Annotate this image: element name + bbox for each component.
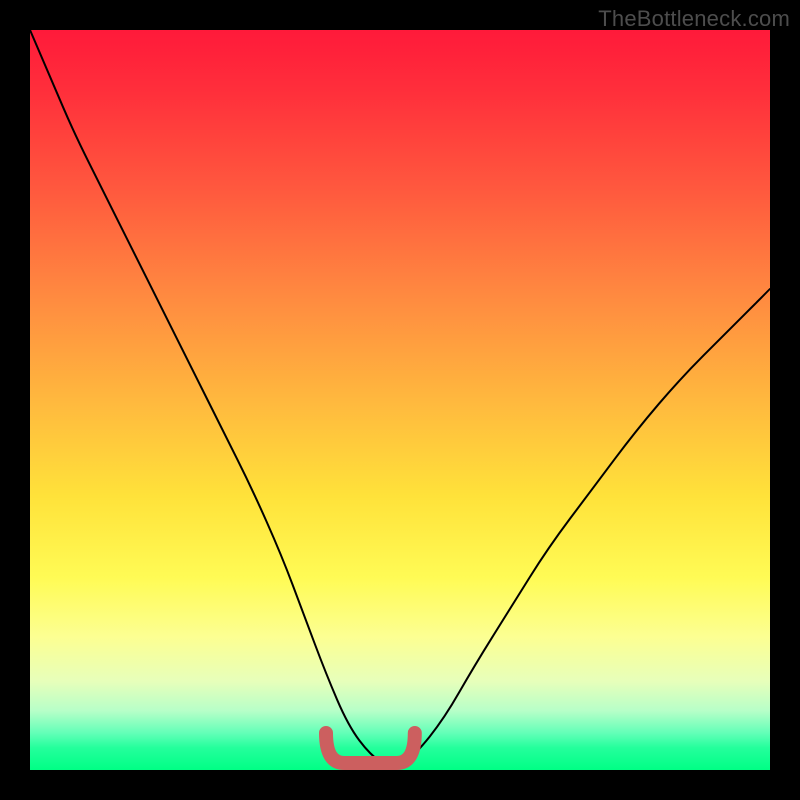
bottleneck-curve-path — [30, 30, 770, 766]
bottleneck-curve — [30, 30, 770, 770]
black-frame: TheBottleneck.com — [0, 0, 800, 800]
trough-marker-path — [326, 733, 415, 763]
gradient-plot-area — [30, 30, 770, 770]
watermark-text: TheBottleneck.com — [598, 6, 790, 32]
